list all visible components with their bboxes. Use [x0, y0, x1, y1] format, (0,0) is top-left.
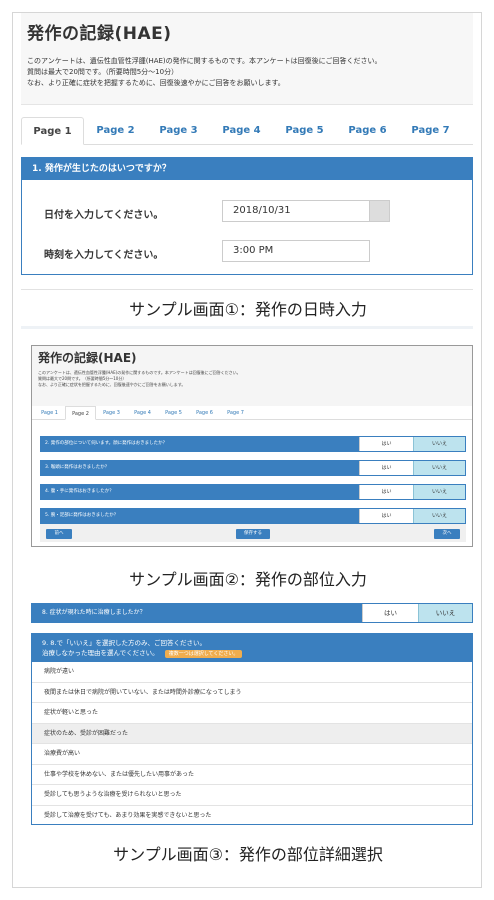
question-text: 5. 腕・足部に発作はおきましたか？ [41, 509, 359, 523]
no-button[interactable]: いいえ [418, 604, 472, 622]
tab-page-3[interactable]: Page 3 [96, 406, 127, 420]
reason-option[interactable]: 症状が軽いと思った [32, 703, 472, 724]
reason-panel: 9. 8.で「いいえ」を選択した方のみ、ご回答ください。 治療しなかった理由を選… [31, 633, 473, 825]
yes-button[interactable]: はい [362, 604, 418, 622]
question-text: 3. 喉頭に発作はおきましたか？ [41, 461, 359, 475]
reason-heading-text: 治療しなかった理由を選んでください。 [42, 649, 159, 657]
reason-heading-line: 9. 8.で「いいえ」を選択した方のみ、ご回答ください。 [42, 639, 206, 647]
date-field[interactable]: 2018/10/31 [222, 200, 370, 222]
question-row: 8. 症状が現れた時に治療しましたか？ はい いいえ [31, 603, 473, 623]
screen1: 発作の記録(HAE) このアンケートは、遺伝性血管性浮腫(HAE)の発作に関する… [21, 13, 473, 275]
caption-1: サンプル画面①：発作の日時入力 [129, 300, 367, 319]
tab-page-5[interactable]: Page 5 [273, 117, 336, 145]
tab-page-5[interactable]: Page 5 [158, 406, 189, 420]
figure-frame: 発作の記録(HAE) このアンケートは、遺伝性血管性浮腫(HAE)の発作に関する… [12, 12, 482, 888]
tab-page-1[interactable]: Page 1 [34, 406, 65, 420]
page-tabs: Page 1 Page 2 Page 3 Page 4 Page 5 Page … [21, 117, 473, 145]
next-button[interactable]: 次へ [434, 529, 460, 539]
tab-page-6[interactable]: Page 6 [189, 406, 220, 420]
prev-button[interactable]: 前へ [46, 529, 72, 539]
reason-option[interactable]: 受診して治療を受けても、あまり効果を実感できないと思った [32, 806, 472, 827]
screen1-header: 発作の記録(HAE) このアンケートは、遺伝性血管性浮腫(HAE)の発作に関する… [21, 13, 473, 105]
question-row: 4. 腹・手に発作はおきましたか？ はい いいえ [40, 484, 466, 500]
divider [21, 289, 473, 290]
yes-button[interactable]: はい [359, 485, 413, 499]
screen2-header: 発作の記録(HAE) このアンケートは、遺伝性血管性浮腫(HAE)の発作に関する… [32, 346, 472, 406]
description-line: なお、より正確に症状を把握するために、回復後速やかにご回答をお願いします。 [27, 79, 285, 87]
tab-page-4[interactable]: Page 4 [210, 117, 273, 145]
description-line: このアンケートは、遺伝性血管性浮腫(HAE)の発作に関するものです。本アンケート… [27, 57, 382, 65]
page-title: 発作の記録(HAE) [38, 351, 137, 365]
reason-option[interactable]: 治療費が高い [32, 744, 472, 765]
pager-footer: 前へ 保存する 次へ [40, 524, 466, 542]
question-text: 8. 症状が現れた時に治療しましたか？ [32, 604, 362, 622]
reason-option[interactable]: 症状のため、受診が困難だった [32, 723, 472, 744]
time-label: 時刻を入力してください。 [44, 250, 164, 261]
tab-page-4[interactable]: Page 4 [127, 406, 158, 420]
tab-page-2[interactable]: Page 2 [65, 406, 96, 420]
page-tabs: Page 1 Page 2 Page 3 Page 4 Page 5 Page … [32, 406, 472, 420]
tab-page-3[interactable]: Page 3 [147, 117, 210, 145]
description-line: なお、より正確に症状を把握するために、回復後速やかにご回答をお願いします。 [38, 382, 186, 387]
yes-button[interactable]: はい [359, 509, 413, 523]
reason-option[interactable]: 仕事や学校を休めない、または優先したい用事があった [32, 765, 472, 785]
question-heading: 1. 発作が生じたのはいつですか？ [22, 158, 472, 180]
tab-page-7[interactable]: Page 7 [220, 406, 251, 420]
caption-3: サンプル画面③：発作の部位詳細選択 [113, 845, 383, 864]
reason-option[interactable]: 夜間または休日で病院が開いていない、または時間外診療になってしまう [32, 683, 472, 703]
description-line: 質問は最大で20問です。（所要時間5分〜10分） [27, 68, 179, 76]
reason-heading: 9. 8.で「いいえ」を選択した方のみ、ご回答ください。 治療しなかった理由を選… [32, 634, 472, 662]
tab-page-2[interactable]: Page 2 [84, 117, 147, 145]
question-panel: 1. 発作が生じたのはいつですか？ 日付を入力してください。 2018/10/3… [21, 157, 473, 275]
tab-page-1[interactable]: Page 1 [21, 117, 84, 145]
save-button[interactable]: 保存する [236, 529, 270, 539]
divider [21, 326, 473, 329]
required-badge: 複数一つは選択してください。 [164, 650, 243, 658]
no-button[interactable]: いいえ [413, 461, 465, 475]
time-field[interactable]: 3:00 PM [222, 240, 370, 262]
question-row: 2. 発作の部位について伺います。顔に発作はおきましたか？ はい いいえ [40, 436, 466, 452]
yes-button[interactable]: はい [359, 437, 413, 451]
tab-page-7[interactable]: Page 7 [399, 117, 462, 145]
reason-option[interactable]: 病院が遠い [32, 662, 472, 683]
no-button[interactable]: いいえ [413, 437, 465, 451]
question-row: 3. 喉頭に発作はおきましたか？ はい いいえ [40, 460, 466, 476]
no-button[interactable]: いいえ [413, 485, 465, 499]
description: このアンケートは、遺伝性血管性浮腫(HAE)の発作に関するものです。本アンケート… [38, 370, 466, 388]
screen2: 発作の記録(HAE) このアンケートは、遺伝性血管性浮腫(HAE)の発作に関する… [31, 345, 473, 547]
calendar-button[interactable] [370, 200, 390, 222]
description: このアンケートは、遺伝性血管性浮腫(HAE)の発作に関するものです。本アンケート… [27, 56, 469, 89]
reason-option[interactable]: 受診しても思うような治療を受けられないと思った [32, 785, 472, 806]
question-row: 5. 腕・足部に発作はおきましたか？ はい いいえ [40, 508, 466, 524]
yes-button[interactable]: はい [359, 461, 413, 475]
question-text: 2. 発作の部位について伺います。顔に発作はおきましたか？ [41, 437, 359, 451]
reason-heading-line: 治療しなかった理由を選んでください。 複数一つは選択してください。 [42, 648, 462, 658]
no-button[interactable]: いいえ [413, 509, 465, 523]
page-title: 発作の記録(HAE) [27, 24, 172, 44]
question-text: 4. 腹・手に発作はおきましたか？ [41, 485, 359, 499]
caption-2: サンプル画面②：発作の部位入力 [129, 570, 367, 589]
tab-page-6[interactable]: Page 6 [336, 117, 399, 145]
date-label: 日付を入力してください。 [44, 210, 164, 221]
